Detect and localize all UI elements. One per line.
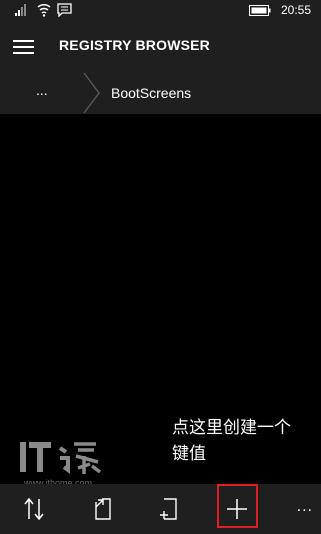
page-title: REGISTRY BROWSER bbox=[59, 37, 210, 53]
wifi-icon bbox=[37, 3, 51, 17]
hamburger-icon[interactable] bbox=[13, 40, 35, 54]
chevron-right-icon bbox=[83, 72, 100, 114]
app-header: REGISTRY BROWSER ... BootScreens bbox=[0, 22, 321, 114]
registry-list: www.ithome.com 点这里创建一个 键值 bbox=[0, 114, 321, 488]
breadcrumb-parent[interactable]: ... bbox=[36, 82, 48, 98]
status-time: 20:55 bbox=[280, 3, 311, 17]
breadcrumb-current[interactable]: BootScreens bbox=[111, 85, 191, 101]
annotation-line-2: 键值 bbox=[172, 444, 206, 463]
export-button[interactable] bbox=[78, 484, 128, 534]
status-bar: 20:55 bbox=[0, 0, 321, 22]
signal-icon bbox=[15, 4, 26, 16]
annotation-line-1: 点这里创建一个 bbox=[172, 418, 291, 437]
message-icon bbox=[57, 3, 72, 17]
app-bar: ... bbox=[0, 484, 321, 534]
battery-icon bbox=[249, 5, 271, 16]
annotation-text: 点这里创建一个 键值 bbox=[172, 415, 291, 467]
sort-icon bbox=[24, 497, 44, 521]
highlight-box bbox=[217, 484, 258, 528]
rename-icon bbox=[160, 498, 177, 520]
sort-button[interactable] bbox=[9, 484, 59, 534]
more-button[interactable]: ... bbox=[297, 498, 313, 516]
rename-button[interactable] bbox=[144, 484, 194, 534]
ithome-logo bbox=[20, 442, 102, 474]
export-icon bbox=[95, 498, 111, 520]
breadcrumb: ... BootScreens bbox=[0, 72, 321, 114]
